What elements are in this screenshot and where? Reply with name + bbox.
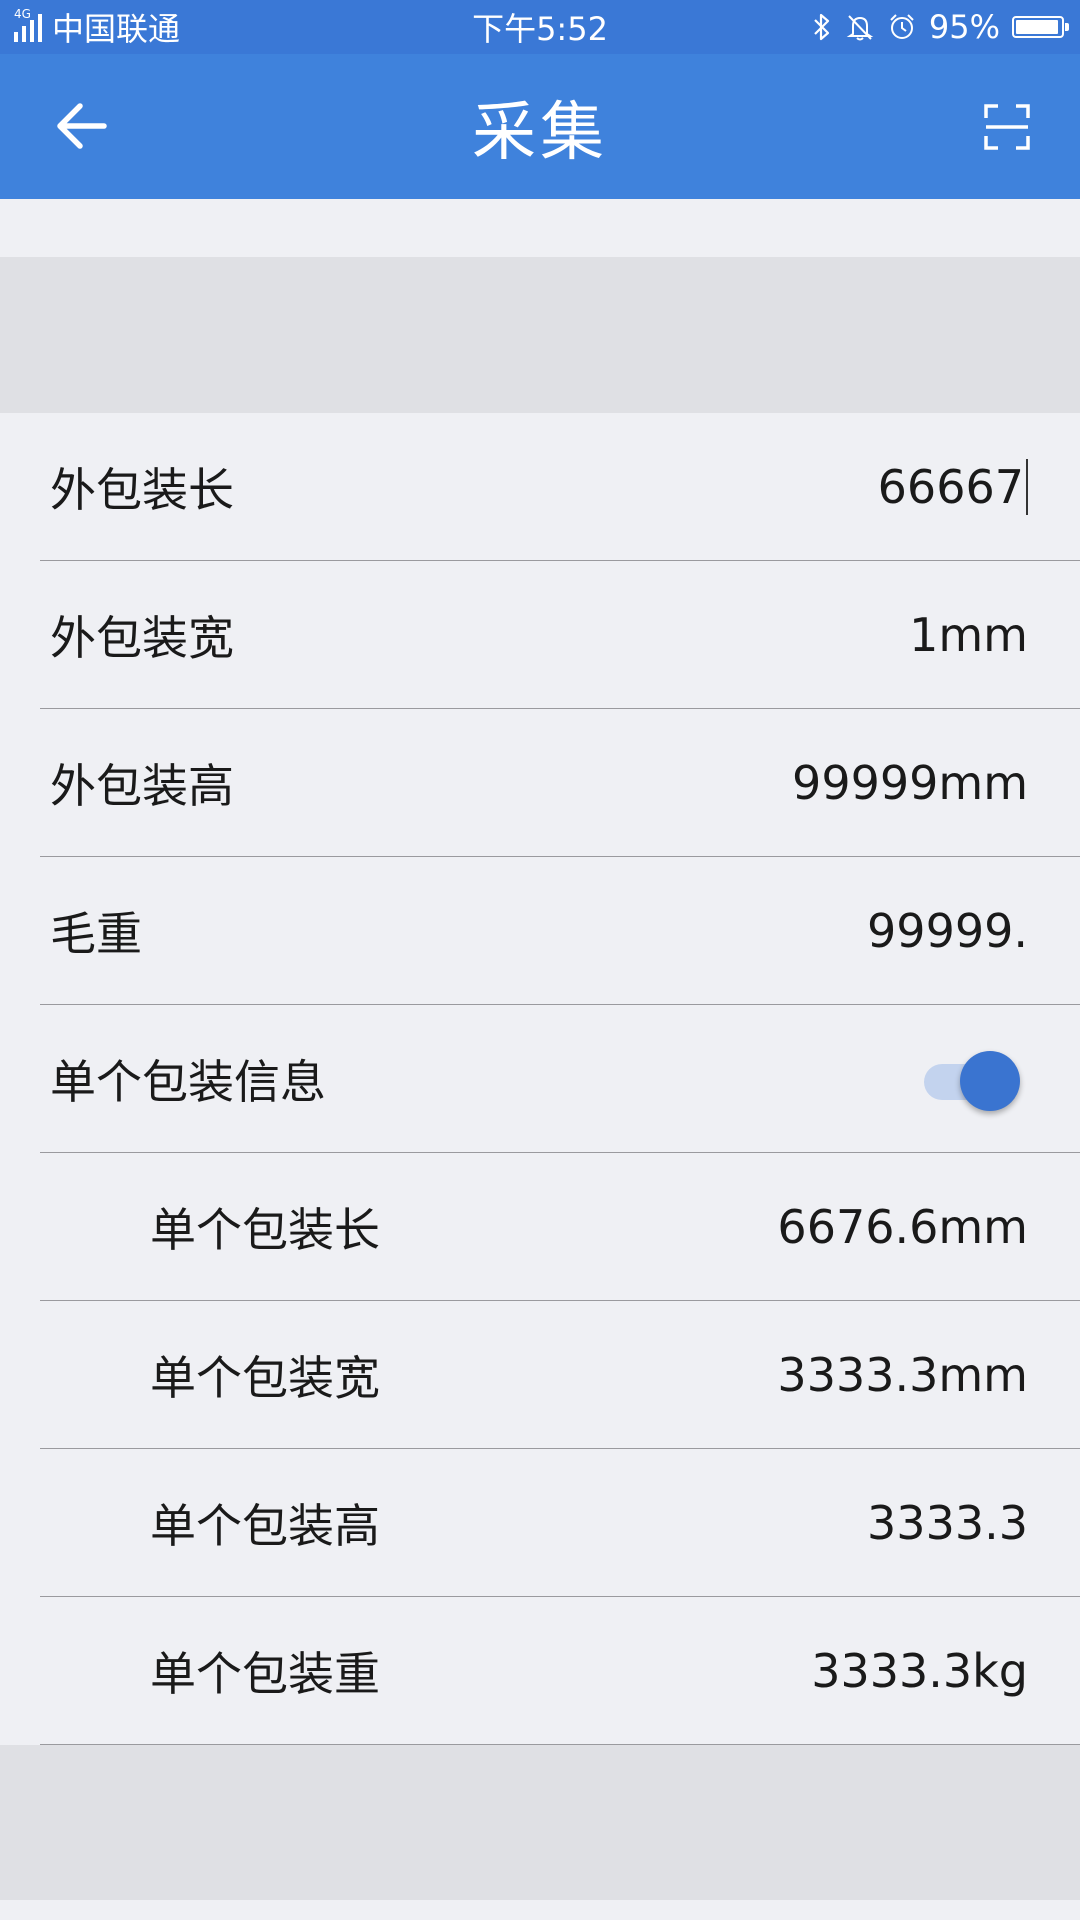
- single-width-input[interactable]: 3333.3mm: [777, 1301, 1028, 1448]
- signal-bar: [30, 20, 34, 42]
- outer-length-value: 66667: [877, 459, 1024, 514]
- outer-width-label: 外包装宽: [50, 610, 234, 665]
- outer-height-input[interactable]: 99999mm: [792, 709, 1028, 856]
- outer-height-row[interactable]: 外包装高 99999mm: [0, 709, 1080, 857]
- gross-weight-row[interactable]: 毛重 99999.: [0, 857, 1080, 1005]
- gross-weight-input[interactable]: 99999.: [867, 857, 1028, 1004]
- screen: 4G 中国联通 下午5:52 95% 采集 外包装长 66667 外包装宽 1m…: [0, 0, 1080, 1920]
- battery-fill: [1016, 20, 1058, 34]
- single-height-label: 单个包装高: [150, 1498, 380, 1553]
- text-cursor: [1026, 458, 1028, 515]
- status-bar: 4G 中国联通 下午5:52 95%: [0, 0, 1080, 54]
- divider: [40, 1744, 1080, 1745]
- outer-width-row[interactable]: 外包装宽 1mm: [0, 561, 1080, 709]
- single-weight-input[interactable]: 3333.3kg: [811, 1597, 1028, 1744]
- single-width-row[interactable]: 单个包装宽 3333.3mm: [0, 1301, 1080, 1449]
- single-length-input[interactable]: 6676.6mm: [777, 1153, 1028, 1300]
- outer-width-input[interactable]: 1mm: [909, 561, 1028, 708]
- scan-icon[interactable]: [984, 104, 1030, 150]
- single-weight-row[interactable]: 单个包装重 3333.3kg: [0, 1597, 1080, 1745]
- alarm-icon: [890, 14, 914, 39]
- outer-length-row[interactable]: 外包装长 66667: [0, 413, 1080, 561]
- single-height-input[interactable]: 3333.3: [867, 1449, 1028, 1596]
- status-right: 95%: [811, 0, 1069, 54]
- outer-height-label: 外包装高: [50, 758, 234, 813]
- single-package-toggle-row[interactable]: 单个包装信息: [0, 1005, 1080, 1153]
- scrolled-row-remnant: [0, 199, 1080, 257]
- single-length-row[interactable]: 单个包装长 6676.6mm: [0, 1153, 1080, 1301]
- single-height-row[interactable]: 单个包装高 3333.3: [0, 1449, 1080, 1597]
- outer-length-label: 外包装长: [50, 462, 234, 517]
- network-type: 4G: [14, 7, 31, 21]
- single-weight-label: 单个包装重: [150, 1646, 380, 1701]
- app-header: 采集: [0, 54, 1080, 199]
- package-form: 外包装长 66667 外包装宽 1mm 外包装高 99999mm 毛重 9999…: [0, 413, 1080, 1745]
- single-package-toggle[interactable]: [924, 1051, 1020, 1111]
- status-left: 4G 中国联通: [14, 0, 180, 54]
- signal-bar: [22, 26, 26, 42]
- outer-length-input[interactable]: 66667: [878, 413, 1028, 560]
- mute-bell-icon: [846, 15, 874, 41]
- signal-bar: [14, 32, 18, 42]
- single-length-label: 单个包装长: [150, 1202, 380, 1257]
- signal-bar: [38, 14, 42, 42]
- single-package-toggle-label: 单个包装信息: [50, 1054, 326, 1109]
- gross-weight-label: 毛重: [50, 906, 142, 961]
- battery-icon: [1012, 16, 1069, 38]
- single-width-label: 单个包装宽: [150, 1350, 380, 1405]
- signal-strength-icon: 4G: [14, 8, 42, 42]
- bottom-row-remnant: [0, 1900, 1080, 1920]
- bluetooth-icon: [814, 13, 829, 41]
- carrier-name: 中国联通: [52, 10, 181, 48]
- page-title: 采集: [472, 95, 608, 170]
- toggle-knob: [960, 1051, 1020, 1111]
- battery-percent: 95%: [928, 8, 1000, 46]
